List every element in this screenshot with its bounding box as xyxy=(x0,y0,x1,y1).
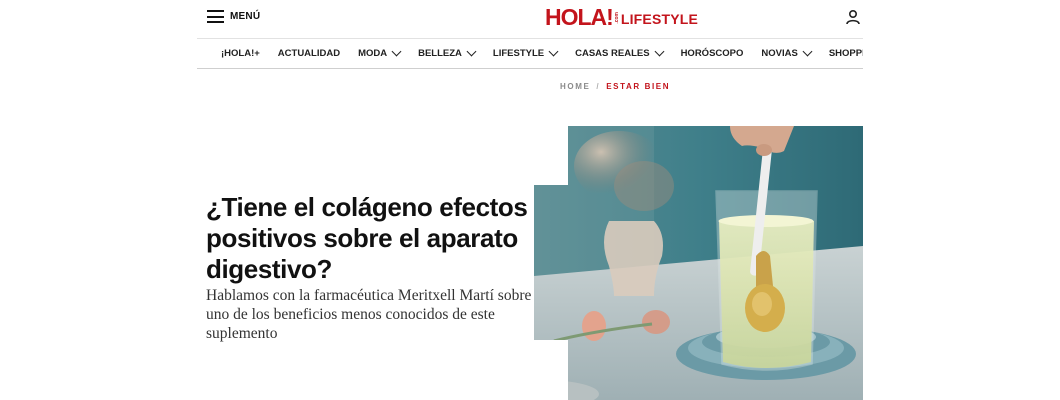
nav-item-belleza[interactable]: BELLEZA xyxy=(418,46,477,59)
breadcrumb-current[interactable]: ESTAR BIEN xyxy=(606,82,670,91)
nav-item-lifestyle[interactable]: LIFESTYLE xyxy=(493,46,559,59)
image-notch xyxy=(534,340,568,400)
hero-image xyxy=(534,126,863,400)
nav-item-holaplus[interactable]: ¡HOLA!+ xyxy=(221,48,260,59)
main-nav: ¡HOLA!+ ACTUALIDAD MODA BELLEZA LIFESTYL… xyxy=(197,38,863,69)
logo-brand: HOLA! xyxy=(545,4,614,30)
nav-item-horoscopo[interactable]: HORÓSCOPO xyxy=(681,48,744,59)
chevron-down-icon xyxy=(466,46,477,57)
nav-item-actualidad[interactable]: ACTUALIDAD xyxy=(278,48,340,59)
chevron-down-icon xyxy=(548,46,559,57)
chevron-down-icon xyxy=(654,46,665,57)
article-subhead: Hablamos con la farmacéutica Meritxell M… xyxy=(206,287,532,342)
nav-item-casas-reales[interactable]: CASAS REALES xyxy=(575,46,665,59)
menu-button[interactable]: MENÚ xyxy=(207,10,260,23)
hola-lifestyle-logo[interactable]: HOLA! .com LIFESTYLE xyxy=(545,6,698,29)
breadcrumb: HOME / ESTAR BIEN xyxy=(560,82,670,91)
menu-label: MENÚ xyxy=(230,11,261,22)
nav-item-novias[interactable]: NOVIAS xyxy=(761,46,813,59)
chevron-down-icon xyxy=(391,46,402,57)
image-notch xyxy=(534,126,568,185)
top-bar: MENÚ HOLA! .com LIFESTYLE xyxy=(197,0,863,38)
article-headline: ¿Tiene el colágeno efectos positivos sob… xyxy=(206,192,528,284)
breadcrumb-separator: / xyxy=(596,82,601,91)
breadcrumb-home[interactable]: HOME xyxy=(560,82,590,91)
logo-section: LIFESTYLE xyxy=(620,11,699,27)
nav-item-moda[interactable]: MODA xyxy=(358,46,402,59)
chevron-down-icon xyxy=(802,46,813,57)
nav-item-shopping[interactable]: SHOPPING xyxy=(829,48,863,59)
user-icon[interactable] xyxy=(845,9,861,25)
hamburger-icon xyxy=(207,10,224,23)
logo-suffix: .com xyxy=(613,11,620,24)
